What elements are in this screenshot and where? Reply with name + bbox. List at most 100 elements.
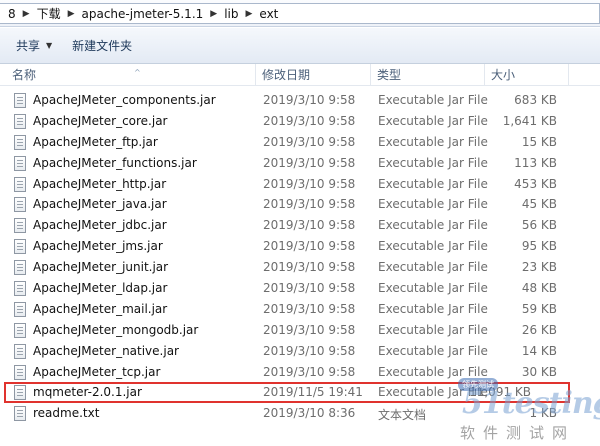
share-button[interactable]: 共享 ▼ <box>6 34 62 58</box>
chevron-right-icon[interactable]: ▶ <box>242 9 255 19</box>
file-size: 453 KB <box>514 176 557 191</box>
file-size: 45 KB <box>521 197 557 212</box>
file-name: readme.txt <box>33 406 100 421</box>
text-document-icon <box>14 406 26 422</box>
document-icon <box>14 134 26 150</box>
file-name: ApacheJMeter_junit.jar <box>33 260 169 275</box>
document-icon <box>14 301 26 317</box>
file-row[interactable]: ApacheJMeter_http.jar 2019/3/10 9:58 Execu… <box>0 174 600 195</box>
column-header-size-label: 大小 <box>491 68 516 82</box>
breadcrumb[interactable]: 8 ▶ 下载 ▶ apache-jmeter-5.1.1 ▶ lib ▶ ext <box>0 3 600 24</box>
file-name: ApacheJMeter_jdbc.jar <box>33 218 167 233</box>
file-row[interactable]: ApacheJMeter_java.jar 2019/3/10 9:58 Execu… <box>0 194 600 215</box>
file-row[interactable]: ApacheJMeter_jms.jar 2019/3/10 9:58 Execut… <box>0 236 600 257</box>
file-name: ApacheJMeter_mail.jar <box>33 301 168 316</box>
file-row[interactable]: ApacheJMeter_functions.jar 2019/3/10 9:58… <box>0 153 600 174</box>
file-date: 2019/3/10 9:58 <box>263 260 356 275</box>
file-type: Executable Jar File <box>378 301 488 316</box>
file-date: 2019/3/10 9:58 <box>263 218 356 233</box>
file-date: 2019/3/10 9:58 <box>263 301 356 316</box>
file-row[interactable]: ApacheJMeter_ftp.jar 2019/3/10 9:58 Execut… <box>0 132 600 153</box>
chevron-right-icon[interactable]: ▶ <box>207 9 220 19</box>
file-row[interactable]: ApacheJMeter_core.jar 2019/3/10 9:58 Execu… <box>0 111 600 132</box>
file-row[interactable]: ApacheJMeter_native.jar 2019/3/10 9:58 Exe… <box>0 341 600 362</box>
file-type: Executable Jar File <box>378 176 488 191</box>
file-date: 2019/3/10 8:36 <box>263 406 356 421</box>
watermark-text: 软件测试网 <box>460 424 576 442</box>
document-icon <box>14 93 26 108</box>
file-date: 2019/3/10 9:58 <box>263 155 356 170</box>
document-icon <box>14 197 26 213</box>
file-size: 95 KB <box>521 239 557 254</box>
new-folder-button[interactable]: 新建文件夹 <box>62 34 142 58</box>
column-headers: 名称 ^ 修改日期 类型 大小 <box>0 64 600 86</box>
file-date: 2019/3/10 9:58 <box>263 93 356 107</box>
file-date: 2019/3/10 9:58 <box>263 239 356 254</box>
breadcrumb-item[interactable]: 下载 <box>33 5 65 22</box>
document-icon <box>14 176 26 192</box>
file-row[interactable]: ApacheJMeter_mongodb.jar 2019/3/10 9:58 Ex… <box>0 320 600 341</box>
column-header-type-label: 类型 <box>377 68 402 82</box>
file-row[interactable]: readme.txt 2019/3/10 8:36 文本文档 1 KB <box>0 403 600 424</box>
file-date: 2019/3/10 9:58 <box>263 176 356 191</box>
file-name: ApacheJMeter_java.jar <box>33 197 167 212</box>
document-icon <box>14 218 26 234</box>
file-name: ApacheJMeter_ldap.jar <box>33 281 168 296</box>
file-size: 14 KB <box>521 343 557 358</box>
file-name: ApacheJMeter_components.jar <box>33 93 216 107</box>
file-type: Executable Jar File <box>378 260 488 275</box>
breadcrumb-item[interactable]: 8 <box>4 7 20 21</box>
address-bar[interactable]: 8 ▶ 下载 ▶ apache-jmeter-5.1.1 ▶ lib ▶ ext <box>0 0 600 27</box>
document-icon <box>14 343 26 359</box>
document-icon <box>14 260 26 276</box>
sort-ascending-icon: ^ <box>134 68 141 77</box>
document-icon <box>14 113 26 129</box>
document-icon <box>14 364 26 380</box>
breadcrumb-item[interactable]: apache-jmeter-5.1.1 <box>78 7 208 21</box>
file-date: 2019/3/10 9:58 <box>263 364 356 379</box>
file-row[interactable]: ApacheJMeter_junit.jar 2019/3/10 9:58 Exec… <box>0 257 600 278</box>
column-header-date-label: 修改日期 <box>262 68 311 82</box>
document-icon <box>14 281 26 297</box>
document-icon <box>14 155 26 171</box>
file-size: 11,091 KB <box>469 385 531 400</box>
file-row[interactable]: ApacheJMeter_mail.jar 2019/3/10 9:58 Execu… <box>0 299 600 320</box>
column-header-size[interactable]: 大小 <box>485 64 569 86</box>
file-type: Executable Jar File <box>378 343 488 358</box>
file-row[interactable]: ApacheJMeter_components.jar 2019/3/10 9:5… <box>0 90 600 111</box>
file-row[interactable]: ApacheJMeter_jdbc.jar 2019/3/10 9:58 Execu… <box>0 215 600 236</box>
chevron-right-icon[interactable]: ▶ <box>20 9 33 19</box>
column-header-date[interactable]: 修改日期 <box>256 64 371 86</box>
new-folder-label: 新建文件夹 <box>72 39 133 53</box>
file-name: ApacheJMeter_functions.jar <box>33 155 197 170</box>
file-type: Executable Jar File <box>378 364 488 379</box>
command-bar: 共享 ▼ 新建文件夹 <box>0 28 600 64</box>
file-row[interactable]: ApacheJMeter_ldap.jar 2019/3/10 9:58 Execu… <box>0 278 600 299</box>
file-type: Executable Jar File <box>378 239 488 254</box>
file-row-highlighted[interactable]: mqmeter-2.0.1.jar 2019/11/5 19:41 Executab… <box>4 382 570 404</box>
file-name: ApacheJMeter_mongodb.jar <box>33 322 199 337</box>
file-type: Executable Jar File <box>378 93 488 107</box>
file-name: ApacheJMeter_jms.jar <box>33 239 163 254</box>
file-row[interactable]: ApacheJMeter_tcp.jar 2019/3/10 9:58 Execut… <box>0 362 600 383</box>
column-header-name-label: 名称 <box>12 68 37 82</box>
breadcrumb-item[interactable]: lib <box>220 7 242 21</box>
column-header-name[interactable]: 名称 ^ <box>6 64 256 86</box>
file-size: 26 KB <box>521 322 557 337</box>
file-date: 2019/3/10 9:58 <box>263 281 356 296</box>
document-icon <box>14 322 26 338</box>
file-type: Executable Jar File <box>378 134 488 149</box>
file-size: 48 KB <box>521 281 557 296</box>
breadcrumb-item[interactable]: ext <box>255 7 282 21</box>
file-name: ApacheJMeter_core.jar <box>33 113 168 128</box>
file-size: 59 KB <box>521 301 557 316</box>
share-label: 共享 <box>16 39 41 53</box>
column-header-type[interactable]: 类型 <box>371 64 485 86</box>
file-date: 2019/3/10 9:58 <box>263 322 356 337</box>
file-name: ApacheJMeter_tcp.jar <box>33 364 161 379</box>
file-date: 2019/3/10 9:58 <box>263 343 356 358</box>
chevron-right-icon[interactable]: ▶ <box>65 9 78 19</box>
document-icon <box>14 385 26 401</box>
file-size: 15 KB <box>521 134 557 149</box>
file-name: ApacheJMeter_http.jar <box>33 176 167 191</box>
